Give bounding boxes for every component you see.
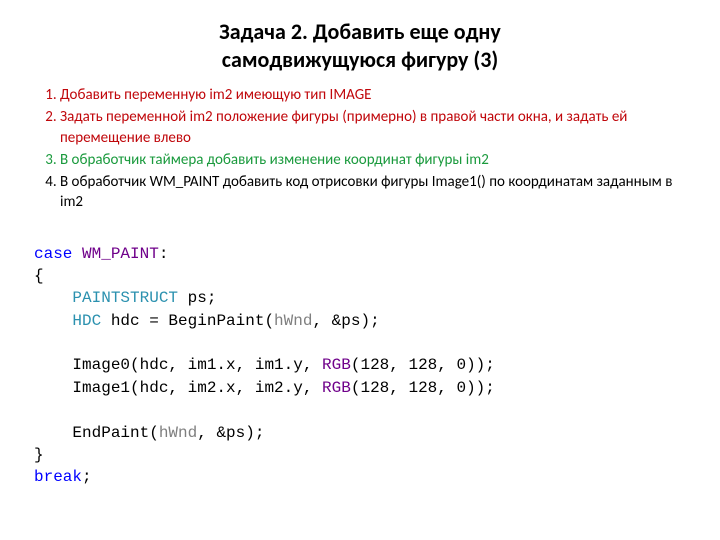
rgb1: RGB [322, 356, 351, 374]
code-block: case WM_PAINT: { PAINTSTRUCT ps; HDC hdc… [34, 243, 686, 489]
img1-pre: Image1(hdc, im2.x, im2.y, [72, 379, 322, 397]
colon: : [159, 245, 169, 263]
type-hdc: HDC [72, 312, 101, 330]
hdc-assign: hdc = BeginPaint( [101, 312, 274, 330]
rgb-args1: (128, 128, 0)); [351, 356, 495, 374]
list-item: Добавить переменную im2 имеющую тип IMAG… [60, 85, 686, 105]
hwnd1: hWnd [274, 312, 312, 330]
ps-decl: ps; [178, 289, 216, 307]
rgb-args2: (128, 128, 0)); [351, 379, 495, 397]
semi: ; [82, 468, 92, 486]
type-paintstruct: PAINTSTRUCT [72, 289, 178, 307]
rgb2: RGB [322, 379, 351, 397]
list-item: Задать переменной im2 положение фигуры (… [60, 107, 686, 148]
img0-pre: Image0(hdc, im1.x, im1.y, [72, 356, 322, 374]
kw-break: break [34, 468, 82, 486]
endpaint-pre: EndPaint( [72, 424, 158, 442]
title-line1: Задача 2. Добавить еще одну [219, 18, 501, 45]
kw-case: case [34, 245, 72, 263]
rbrace: } [34, 446, 44, 464]
list-item: В обработчик WM_PAINT добавить код отрис… [60, 172, 686, 213]
page-title: Задача 2. Добавить еще одну самодвижущую… [34, 18, 686, 73]
steps-list: Добавить переменную im2 имеющую тип IMAG… [34, 85, 686, 213]
hwnd2: hWnd [159, 424, 197, 442]
wm-paint: WM_PAINT [82, 245, 159, 263]
title-line2: самодвижущуюся фигуру (3) [222, 46, 498, 73]
list-item: В обработчик таймера добавить изменение … [60, 150, 686, 170]
lbrace: { [34, 267, 44, 285]
amp-ps1: , &ps); [312, 312, 379, 330]
amp-ps2: , &ps); [197, 424, 264, 442]
